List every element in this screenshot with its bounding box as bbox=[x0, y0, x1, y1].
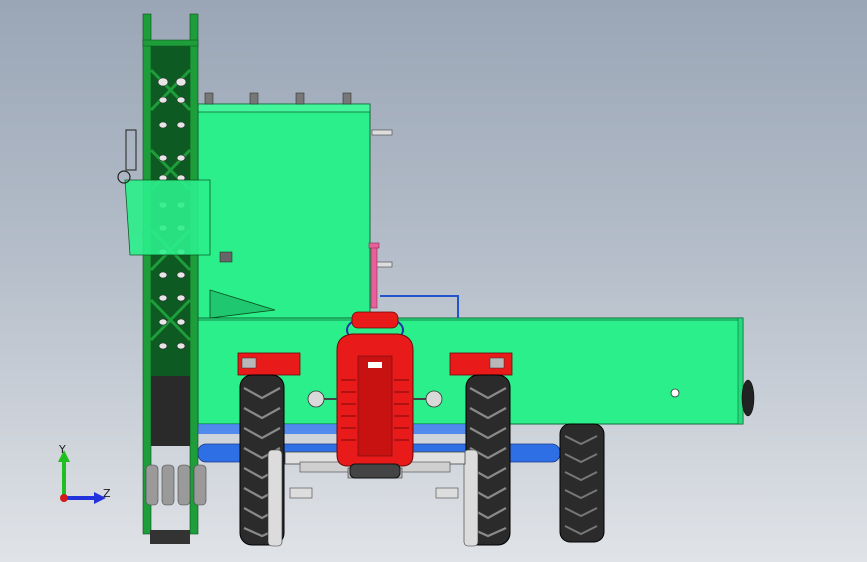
x-axis-origin bbox=[60, 494, 68, 502]
seed-elevator[interactable] bbox=[142, 13, 207, 544]
fender-right bbox=[449, 352, 513, 376]
front-wheel-right[interactable] bbox=[463, 374, 511, 547]
cad-viewport[interactable]: Y Z bbox=[0, 0, 867, 562]
z-axis-label: Z bbox=[103, 487, 111, 500]
front-wheel-left[interactable] bbox=[239, 374, 285, 547]
hopper-top-fittings bbox=[204, 92, 352, 105]
platform-hole bbox=[670, 388, 680, 398]
tractor-body[interactable] bbox=[336, 311, 414, 479]
y-axis-label: Y bbox=[59, 443, 66, 456]
fender-left bbox=[237, 352, 301, 376]
brand-badge bbox=[368, 362, 382, 368]
tractor-seeder-model[interactable] bbox=[0, 0, 867, 562]
rear-wheel-right[interactable] bbox=[559, 423, 605, 543]
